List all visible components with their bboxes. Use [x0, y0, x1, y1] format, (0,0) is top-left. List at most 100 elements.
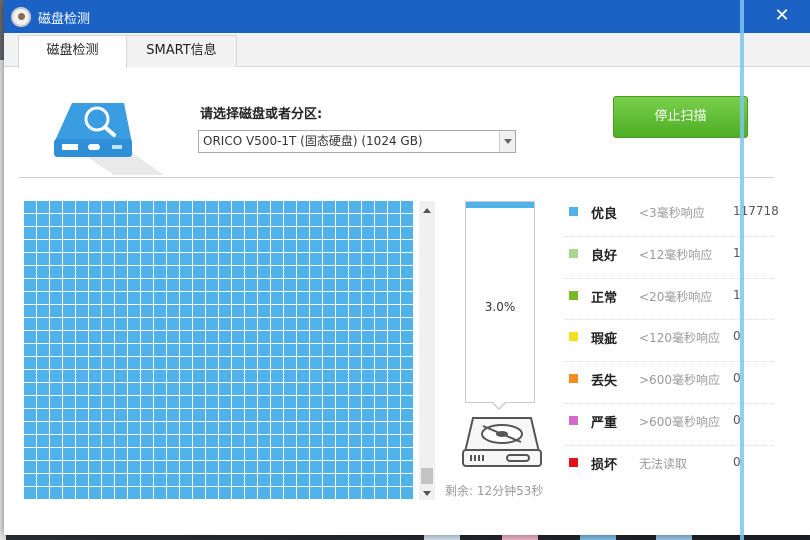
scan-block — [245, 383, 257, 395]
scan-block — [219, 253, 231, 265]
scan-block — [193, 357, 205, 369]
scan-block — [50, 305, 62, 317]
scan-block — [323, 305, 335, 317]
scan-block — [50, 279, 62, 291]
scan-block — [102, 474, 114, 486]
scan-block — [232, 435, 244, 447]
scan-block — [219, 305, 231, 317]
scan-block — [310, 474, 322, 486]
scan-block — [50, 240, 62, 252]
scan-block — [128, 370, 140, 382]
scan-block — [310, 422, 322, 434]
scan-block — [388, 253, 400, 265]
scan-block — [76, 305, 88, 317]
scan-block — [141, 474, 153, 486]
scan-block — [24, 227, 36, 239]
scan-block — [245, 227, 257, 239]
scan-block — [375, 370, 387, 382]
scan-block — [219, 370, 231, 382]
scan-block — [310, 279, 322, 291]
scan-block — [219, 383, 231, 395]
scan-block — [76, 331, 88, 343]
scroll-thumb[interactable] — [421, 468, 433, 484]
scan-block — [375, 292, 387, 304]
scan-block — [154, 383, 166, 395]
scan-block — [375, 344, 387, 356]
scan-block — [323, 240, 335, 252]
scan-block — [401, 487, 413, 499]
scan-block — [76, 474, 88, 486]
scan-block — [232, 487, 244, 499]
scan-block — [128, 253, 140, 265]
scan-block — [323, 409, 335, 421]
scan-block — [401, 461, 413, 473]
scan-block — [310, 266, 322, 278]
scan-block — [63, 292, 75, 304]
legend-desc: >600毫秒响应 — [639, 414, 720, 429]
grid-scrollbar[interactable] — [419, 201, 435, 500]
scan-block — [102, 214, 114, 226]
scan-block — [271, 370, 283, 382]
scan-block — [362, 370, 374, 382]
scan-block — [258, 279, 270, 291]
scroll-up-arrow-icon[interactable] — [419, 201, 435, 215]
scroll-down-arrow-icon[interactable] — [419, 486, 435, 500]
scan-block — [115, 318, 127, 330]
scan-block — [245, 435, 257, 447]
scan-block — [37, 383, 49, 395]
stop-scan-button[interactable]: 停止扫描 — [613, 96, 748, 138]
scan-block — [401, 227, 413, 239]
scan-block — [167, 409, 179, 421]
scan-block — [63, 279, 75, 291]
scan-block — [401, 396, 413, 408]
scan-block — [154, 370, 166, 382]
scan-block — [401, 344, 413, 356]
scan-block — [336, 253, 348, 265]
scan-block — [271, 331, 283, 343]
scan-block — [167, 318, 179, 330]
scan-block — [193, 318, 205, 330]
scan-block — [323, 344, 335, 356]
scan-block — [193, 461, 205, 473]
scan-block — [401, 474, 413, 486]
scan-block — [401, 201, 413, 213]
scan-block — [102, 396, 114, 408]
scan-block — [375, 409, 387, 421]
scan-block — [76, 214, 88, 226]
scan-block — [284, 214, 296, 226]
tab-disk-check[interactable]: 磁盘检测 — [18, 35, 127, 68]
scan-block — [323, 396, 335, 408]
disk-select-dropdown[interactable]: ORICO V500-1T (固态硬盘) (1024 GB) — [198, 130, 516, 153]
scan-block — [284, 266, 296, 278]
scan-block — [167, 422, 179, 434]
scan-block — [375, 435, 387, 447]
scan-block — [310, 331, 322, 343]
scan-block — [115, 240, 127, 252]
scan-block — [310, 383, 322, 395]
scan-block — [336, 409, 348, 421]
scan-block — [245, 474, 257, 486]
scan-block — [141, 396, 153, 408]
legend-name: 丢失 — [591, 374, 618, 390]
scan-block — [180, 305, 192, 317]
scan-block — [193, 279, 205, 291]
scan-block — [63, 331, 75, 343]
title-bar[interactable]: 磁盘检测 ✕ — [4, 0, 810, 33]
scan-block — [323, 435, 335, 447]
scan-block — [297, 240, 309, 252]
scan-block — [50, 292, 62, 304]
chevron-down-icon[interactable] — [499, 131, 515, 152]
scan-block — [336, 266, 348, 278]
close-button[interactable]: ✕ — [772, 5, 792, 27]
scan-block — [24, 331, 36, 343]
scan-block — [193, 227, 205, 239]
scan-block — [323, 370, 335, 382]
scan-block — [89, 253, 101, 265]
scan-block — [271, 318, 283, 330]
scan-block — [180, 383, 192, 395]
scan-block — [37, 201, 49, 213]
tab-smart-info[interactable]: SMART信息 — [126, 35, 237, 67]
scan-block — [154, 331, 166, 343]
scan-block — [310, 448, 322, 460]
scan-block — [141, 357, 153, 369]
